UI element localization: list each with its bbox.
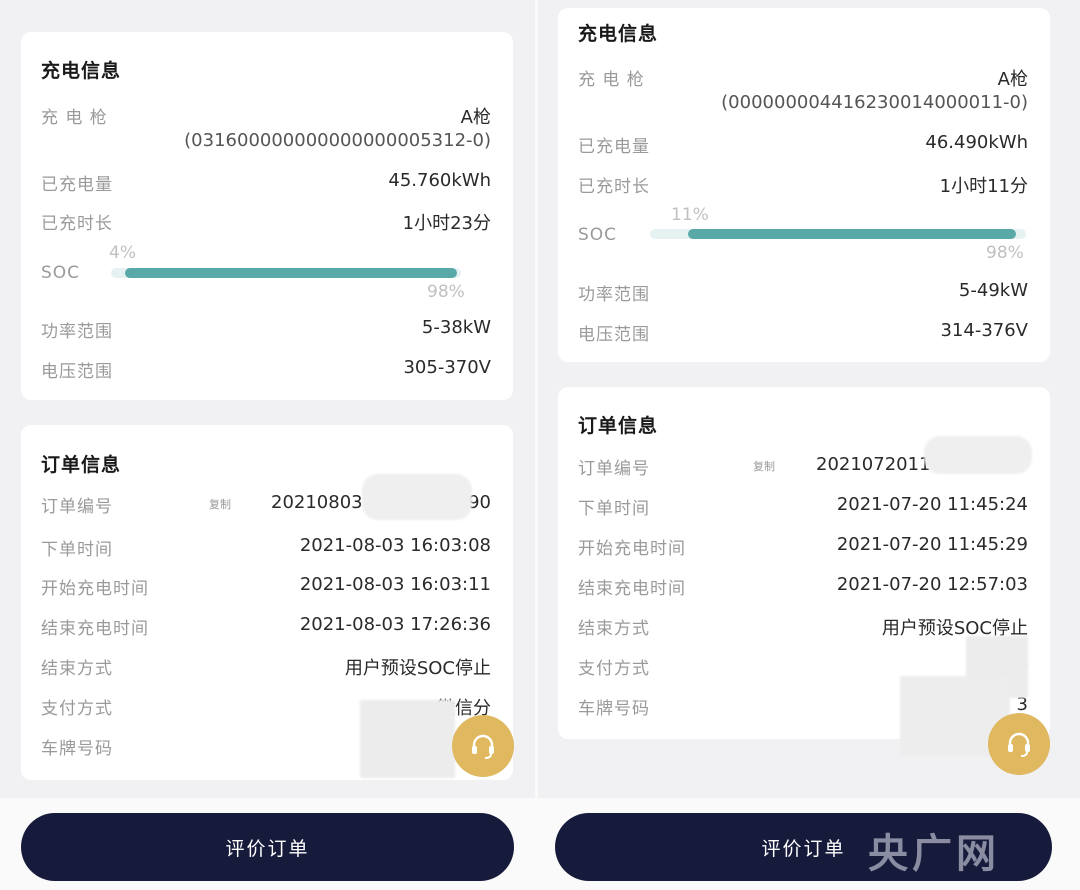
start-time-value: 2021-08-03 16:03:11 bbox=[299, 574, 491, 595]
gun-value: A枪 bbox=[460, 107, 491, 128]
end-mode-value: 用户预设SOC停止 bbox=[344, 658, 491, 679]
soc-bar-fill bbox=[125, 268, 457, 278]
soc-end-percent: 98% bbox=[427, 282, 465, 302]
voltage-range-label: 电压范围 bbox=[41, 362, 113, 382]
power-range-label: 功率范围 bbox=[41, 322, 113, 342]
end-time-label: 结束充电时间 bbox=[41, 619, 149, 639]
voltage-range-label: 电压范围 bbox=[578, 325, 650, 345]
start-time-label: 开始充电时间 bbox=[578, 539, 686, 559]
energy-value: 46.490kWh bbox=[925, 132, 1028, 153]
evaluate-order-button[interactable]: 评价订单 bbox=[21, 813, 514, 881]
plate-mask bbox=[360, 700, 455, 778]
order-number-label: 订单编号 bbox=[41, 497, 113, 517]
charge-info-card: 充电信息 充 电 枪 A枪 (031600000000000000005312-… bbox=[21, 32, 513, 400]
left-screenshot: 充电信息 充 电 枪 A枪 (031600000000000000005312-… bbox=[0, 0, 535, 890]
voltage-range-value: 314-376V bbox=[940, 320, 1028, 341]
soc-end-percent: 98% bbox=[986, 243, 1024, 263]
gun-value: A枪 bbox=[997, 69, 1028, 90]
order-number-mask bbox=[362, 474, 472, 520]
energy-value: 45.760kWh bbox=[388, 170, 491, 191]
energy-label: 已充电量 bbox=[41, 175, 113, 195]
order-number-start: 20210803 bbox=[271, 492, 363, 513]
payment-label: 支付方式 bbox=[578, 659, 650, 679]
gun-label: 充 电 枪 bbox=[41, 108, 108, 128]
start-time-value: 2021-07-20 11:45:29 bbox=[836, 534, 1028, 555]
end-mode-label: 结束方式 bbox=[578, 619, 650, 639]
soc-label: SOC bbox=[41, 263, 81, 283]
headset-icon bbox=[472, 734, 494, 759]
order-number-mask bbox=[924, 436, 1032, 474]
gun-id: (000000004416230014000011-0) bbox=[721, 92, 1028, 113]
payment-label: 支付方式 bbox=[41, 699, 113, 719]
order-number-label: 订单编号 bbox=[578, 459, 650, 479]
duration-label: 已充时长 bbox=[41, 214, 113, 234]
charge-info-title: 充电信息 bbox=[41, 60, 122, 82]
soc-start-percent: 4% bbox=[109, 243, 136, 263]
created-time-label: 下单时间 bbox=[41, 540, 113, 560]
end-time-value: 2021-08-03 17:26:36 bbox=[299, 614, 491, 635]
gun-label: 充 电 枪 bbox=[578, 70, 645, 90]
plate-label: 车牌号码 bbox=[41, 739, 113, 759]
end-mode-label: 结束方式 bbox=[41, 659, 113, 679]
soc-label: SOC bbox=[578, 225, 618, 245]
duration-value: 1小时11分 bbox=[939, 176, 1028, 197]
customer-support-button[interactable] bbox=[452, 715, 514, 777]
end-time-label: 结束充电时间 bbox=[578, 579, 686, 599]
plate-label: 车牌号码 bbox=[578, 699, 650, 719]
right-screenshot: 充电信息 充 电 枪 A枪 (000000004416230014000011-… bbox=[538, 0, 1080, 890]
headset-icon bbox=[1008, 732, 1030, 757]
created-time-value: 2021-08-03 16:03:08 bbox=[299, 535, 491, 556]
order-number-start: 2021072011 bbox=[816, 454, 931, 475]
energy-label: 已充电量 bbox=[578, 137, 650, 157]
end-time-value: 2021-07-20 12:57:03 bbox=[836, 574, 1028, 595]
charge-info-title: 充电信息 bbox=[578, 23, 659, 45]
charge-info-card: 充电信息 充 电 枪 A枪 (000000004416230014000011-… bbox=[558, 8, 1050, 362]
order-info-title: 订单信息 bbox=[578, 415, 659, 437]
power-range-value: 5-38kW bbox=[421, 317, 491, 338]
copy-button[interactable]: 复制 bbox=[753, 458, 775, 474]
start-time-label: 开始充电时间 bbox=[41, 579, 149, 599]
created-time-label: 下单时间 bbox=[578, 499, 650, 519]
soc-start-percent: 11% bbox=[671, 205, 709, 225]
copy-button[interactable]: 复制 bbox=[209, 496, 231, 512]
watermark-logo: 央广网 bbox=[868, 831, 1000, 877]
duration-value: 1小时23分 bbox=[402, 213, 491, 234]
duration-label: 已充时长 bbox=[578, 177, 650, 197]
order-info-title: 订单信息 bbox=[41, 454, 122, 476]
voltage-range-value: 305-370V bbox=[403, 357, 491, 378]
power-range-label: 功率范围 bbox=[578, 285, 650, 305]
power-range-value: 5-49kW bbox=[958, 280, 1028, 301]
soc-bar-fill bbox=[688, 229, 1016, 239]
gun-id: (031600000000000000005312-0) bbox=[184, 130, 491, 151]
created-time-value: 2021-07-20 11:45:24 bbox=[836, 494, 1028, 515]
customer-support-button[interactable] bbox=[988, 713, 1050, 775]
